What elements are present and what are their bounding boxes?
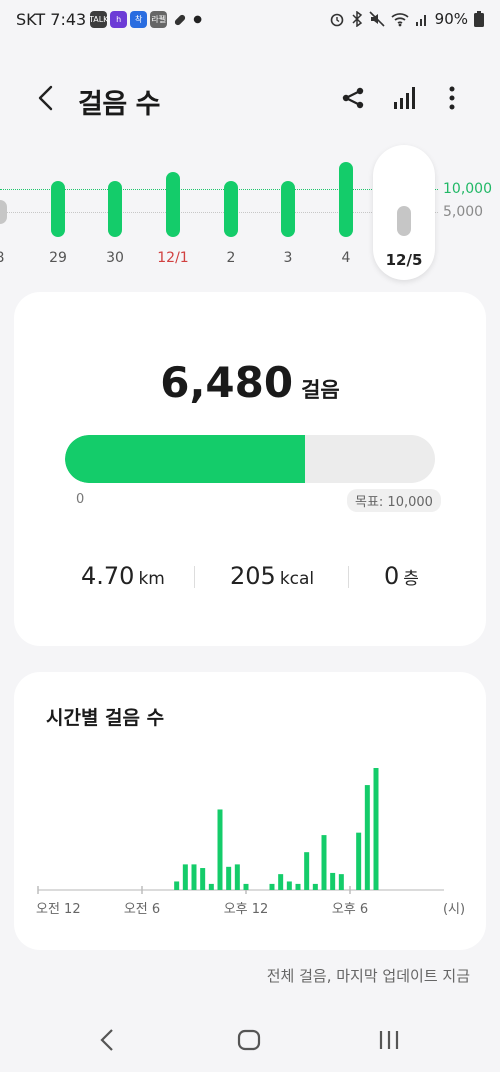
distance-stat: 4.70 km xyxy=(81,562,165,590)
stats-divider xyxy=(194,566,195,588)
day-bar[interactable] xyxy=(339,162,353,237)
hourly-bar xyxy=(243,883,249,890)
calories-unit: kcal xyxy=(279,569,315,589)
hourly-axis-label: 오후 12 xyxy=(224,902,269,917)
carrier-time: SKT 7:43 xyxy=(16,10,87,29)
day-bar[interactable] xyxy=(108,181,122,237)
hourly-bar xyxy=(208,883,214,890)
goal-label-high: 10,000 xyxy=(443,181,492,197)
hourly-axis-label: 오전 12 xyxy=(36,902,81,917)
app-icon: 라펠 xyxy=(150,11,168,28)
hourly-bar xyxy=(295,883,301,890)
naver-icon: 착 xyxy=(130,11,148,28)
steps-summary-card: 6,480 걸음 0 목표: 10,000 4.70 km 205 kcal 0층 xyxy=(14,292,486,646)
day-label[interactable]: 30 xyxy=(90,250,140,266)
mute-icon xyxy=(369,11,385,27)
hourly-bar xyxy=(269,883,275,890)
app-header: 걸음 수 xyxy=(0,76,500,120)
hourly-bar xyxy=(174,881,180,890)
stats-divider xyxy=(348,566,349,588)
hourly-bar xyxy=(373,768,379,890)
calories-stat: 205 kcal xyxy=(230,562,314,590)
battery-percent: 90% xyxy=(434,10,468,28)
floors-unit: 층 xyxy=(403,569,419,589)
goal-label-low: 5,000 xyxy=(443,204,484,220)
update-note: 전체 걸음, 마지막 업데이트 지금 xyxy=(266,967,470,985)
day-bar[interactable] xyxy=(166,172,180,237)
nav-home-icon[interactable] xyxy=(235,1026,263,1054)
day-label[interactable]: 4 xyxy=(321,250,371,266)
stats-row: 4.70 km 205 kcal 0층 xyxy=(14,562,486,592)
selected-day-label: 12/5 xyxy=(385,251,423,269)
calories-value: 205 xyxy=(230,562,276,590)
more-notifications-dot: ● xyxy=(193,14,202,25)
hourly-bar xyxy=(321,835,327,890)
hourly-steps-card[interactable]: 시간별 걸음 수 오전 12 오전 6 오후 12 오후 6 (시) xyxy=(14,672,486,950)
h-app-icon: h xyxy=(110,11,128,28)
hourly-bar xyxy=(312,883,318,890)
day-label[interactable]: 29 xyxy=(33,250,83,266)
steps-count: 6,480 걸음 xyxy=(14,358,486,407)
status-right: 90% xyxy=(329,10,484,28)
hourly-bar xyxy=(200,868,206,890)
day-bar[interactable] xyxy=(0,200,7,224)
distance-unit: km xyxy=(138,569,165,589)
page-title: 걸음 수 xyxy=(78,89,160,120)
hourly-bar xyxy=(278,874,284,890)
steps-unit: 걸음 xyxy=(301,378,340,402)
hourly-axis-label: 오전 6 xyxy=(124,902,160,917)
battery-icon xyxy=(474,11,484,27)
floors-stat: 0층 xyxy=(384,562,419,590)
hourly-steps-chart: 오전 12 오전 6 오후 12 오후 6 (시) xyxy=(36,768,465,917)
notification-icons: TALK h 착 라펠 xyxy=(89,11,168,28)
floors-value: 0 xyxy=(384,562,400,590)
system-nav-bar xyxy=(0,1020,500,1060)
progress-min-label: 0 xyxy=(76,492,85,507)
alarm-icon xyxy=(330,13,343,27)
back-arrow-icon[interactable] xyxy=(34,84,58,112)
nav-recents-icon[interactable] xyxy=(375,1026,403,1054)
day-bar[interactable] xyxy=(224,181,238,237)
daily-steps-strip: 10,000 5,000 8 29 30 12/1 234 12/5 xyxy=(0,140,500,290)
more-options-icon[interactable] xyxy=(438,84,466,112)
status-bar: SKT 7:43 TALK h 착 라펠 ● 90% xyxy=(0,0,500,44)
goal-badge: 목표: 10,000 xyxy=(347,489,441,512)
selected-day-bar xyxy=(397,206,411,236)
pill-icon xyxy=(175,14,186,25)
kakaotalk-icon: TALK xyxy=(89,11,108,28)
status-left: SKT 7:43 TALK h 착 라펠 ● xyxy=(16,10,202,29)
day-label[interactable]: 8 xyxy=(0,250,25,266)
hourly-bar xyxy=(364,785,370,890)
signal-icon xyxy=(415,15,426,26)
wifi-icon xyxy=(391,13,409,27)
hourly-bar xyxy=(182,864,188,890)
hourly-bar xyxy=(191,864,197,890)
goal-progress-fill xyxy=(65,435,305,483)
hourly-bar xyxy=(234,864,240,890)
hourly-bar xyxy=(338,874,344,890)
bluetooth-icon xyxy=(352,11,362,27)
day-label[interactable]: 2 xyxy=(206,250,256,266)
selected-day[interactable]: 12/5 xyxy=(373,145,435,280)
goal-progress-bar xyxy=(65,435,435,483)
day-bar[interactable] xyxy=(281,181,295,237)
share-icon[interactable] xyxy=(339,84,367,112)
hourly-axis-label: (시) xyxy=(443,902,465,917)
hourly-bar xyxy=(304,852,310,890)
hourly-bar xyxy=(286,881,292,890)
day-bar[interactable] xyxy=(51,181,65,237)
hourly-bar xyxy=(226,866,232,890)
hourly-bar xyxy=(330,872,336,890)
steps-value: 6,480 xyxy=(160,358,294,407)
day-label[interactable]: 12/1 xyxy=(148,250,198,266)
distance-value: 4.70 xyxy=(81,562,135,590)
hourly-bar xyxy=(356,832,362,890)
nav-back-icon[interactable] xyxy=(94,1026,122,1054)
hourly-axis-label: 오후 6 xyxy=(332,902,368,917)
hourly-bar xyxy=(217,809,223,890)
day-label[interactable]: 3 xyxy=(263,250,313,266)
bar-chart-icon[interactable] xyxy=(391,84,419,112)
